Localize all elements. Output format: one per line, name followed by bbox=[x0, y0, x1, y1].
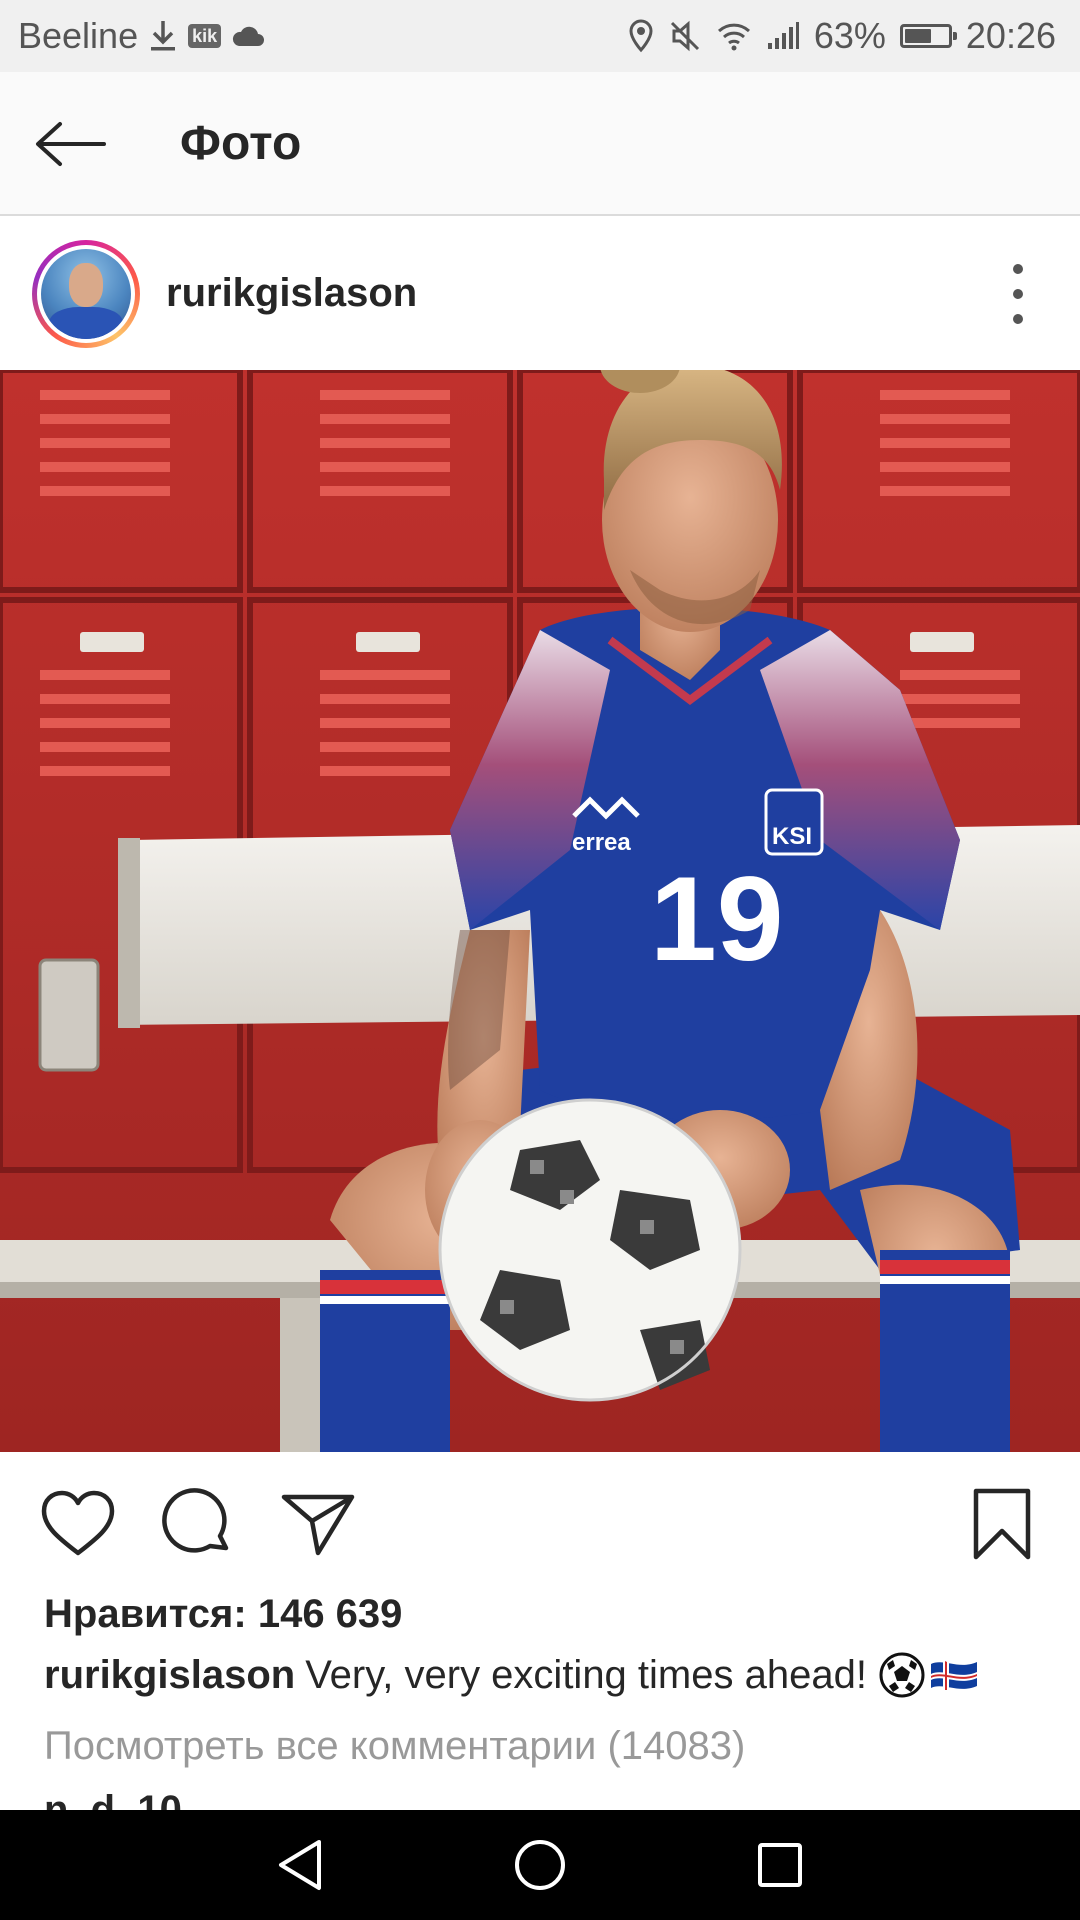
cloud-icon bbox=[231, 24, 265, 48]
post-caption: rurikgislason Very, very exciting times … bbox=[44, 1652, 979, 1698]
clock: 20:26 bbox=[965, 15, 1056, 56]
home-circle-icon bbox=[515, 1840, 565, 1890]
caption-text: Very, very exciting times ahead! bbox=[305, 1652, 867, 1697]
send-icon bbox=[281, 1494, 355, 1556]
battery-level-fill bbox=[904, 29, 931, 43]
soccer-ball-icon bbox=[879, 1652, 925, 1698]
avatar bbox=[41, 249, 131, 339]
nav-home-button[interactable] bbox=[500, 1825, 580, 1905]
battery-icon bbox=[899, 24, 957, 48]
wifi-icon bbox=[716, 21, 752, 51]
recents-square-icon bbox=[758, 1843, 802, 1887]
post-header: rurikgislason bbox=[0, 216, 1080, 370]
likes-count[interactable]: Нравится: 146 639 bbox=[44, 1592, 402, 1637]
jersey-number: 19 bbox=[650, 852, 783, 986]
battery-percent: 63% bbox=[813, 15, 886, 56]
photo-illustration: 19 errea KSI bbox=[0, 370, 1080, 1452]
system-nav-bar bbox=[0, 1810, 1080, 1920]
status-bar-right: 63% 20:26 bbox=[628, 0, 1056, 72]
share-button[interactable] bbox=[278, 1484, 358, 1564]
nav-recents-button[interactable] bbox=[740, 1825, 820, 1905]
comment-icon bbox=[162, 1488, 229, 1553]
kik-icon: kik bbox=[188, 24, 222, 48]
download-icon bbox=[148, 19, 178, 53]
view-all-comments-link[interactable]: Посмотреть все комментарии (14083) bbox=[44, 1724, 745, 1769]
back-triangle-icon bbox=[279, 1840, 321, 1890]
back-button[interactable] bbox=[30, 108, 110, 180]
heart-icon bbox=[41, 1490, 115, 1556]
page-title: Фото bbox=[180, 117, 302, 170]
post-actions bbox=[0, 1452, 1080, 1592]
app-bar: Фото bbox=[0, 72, 1080, 216]
carrier-name: Beeline bbox=[18, 15, 139, 56]
arrow-left-icon bbox=[36, 122, 106, 166]
comment-button[interactable] bbox=[158, 1484, 238, 1564]
story-ring[interactable] bbox=[32, 240, 140, 348]
caption-username[interactable]: rurikgislason bbox=[44, 1653, 295, 1698]
status-bar: Beeline kik 63% 20:26 bbox=[0, 0, 1080, 72]
location-icon bbox=[628, 19, 654, 53]
like-button[interactable] bbox=[38, 1484, 118, 1564]
jersey-crest: KSI bbox=[772, 823, 812, 850]
comment-peek-username[interactable]: n_d_10 bbox=[44, 1786, 182, 1810]
status-bar-left: Beeline kik bbox=[18, 0, 265, 72]
iceland-flag-icon bbox=[930, 1660, 977, 1690]
more-vertical-icon bbox=[1013, 264, 1023, 274]
nav-back-button[interactable] bbox=[260, 1825, 340, 1905]
signal-icon bbox=[766, 21, 800, 51]
post-photo[interactable]: 19 errea KSI bbox=[0, 370, 1080, 1452]
mute-icon bbox=[668, 19, 702, 53]
more-options-button[interactable] bbox=[998, 264, 1038, 324]
bookmark-icon bbox=[973, 1488, 1031, 1560]
save-button[interactable] bbox=[962, 1484, 1042, 1564]
jersey-brand: errea bbox=[572, 829, 631, 856]
post-username[interactable]: rurikgislason bbox=[166, 216, 417, 370]
